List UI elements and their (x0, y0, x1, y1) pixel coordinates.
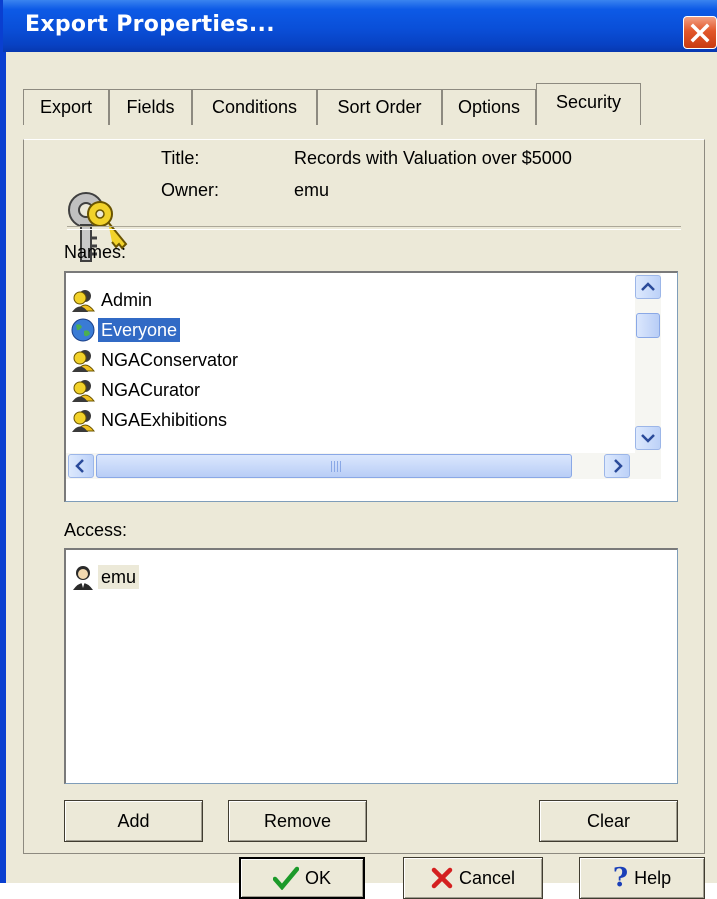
tab-label: Conditions (211, 97, 298, 117)
title-bar[interactable]: Export Properties... (3, 0, 717, 52)
ok-button[interactable]: OK (239, 857, 365, 899)
owner-label: Owner: (161, 180, 220, 200)
button-label: OK (304, 867, 331, 888)
window-title: Export Properties... (25, 12, 275, 37)
horizontal-scroll-thumb[interactable] (96, 454, 572, 478)
chevron-right-icon (614, 459, 623, 473)
list-item-label: Admin (101, 290, 153, 310)
button-label: Add (117, 810, 150, 831)
help-button[interactable]: ? Help (579, 857, 705, 899)
owner-value: emu (294, 180, 330, 200)
list-item[interactable]: Admin (70, 285, 155, 315)
list-item[interactable]: NGAConservator (70, 345, 241, 375)
button-label: Remove (263, 810, 332, 831)
tab-label: Sort Order (337, 97, 422, 117)
chevron-down-icon (641, 434, 655, 443)
clear-button[interactable]: Clear (539, 800, 678, 842)
globe-icon (71, 318, 95, 342)
add-button[interactable]: Add (64, 800, 203, 842)
checkmark-icon (272, 866, 299, 890)
title-label: Title: (161, 148, 200, 168)
export-properties-window: Export Properties... Export Fields Condi… (0, 0, 717, 899)
title-value: Records with Valuation over $5000 (294, 148, 572, 168)
tab-export[interactable]: Export (23, 89, 109, 125)
chevron-left-icon (75, 459, 84, 473)
scroll-up-button[interactable] (635, 275, 661, 299)
list-item-label: NGACurator (101, 380, 201, 400)
names-listbox[interactable]: Admin Everyone NGAConservator NGACurator… (64, 271, 678, 502)
chevron-up-icon (641, 282, 655, 291)
separator (67, 226, 681, 230)
group-icon (72, 410, 96, 432)
grip-icon (331, 461, 341, 472)
user-icon (73, 566, 93, 590)
scroll-right-button[interactable] (604, 454, 630, 478)
access-label: Access: (64, 520, 128, 540)
close-button[interactable] (683, 16, 717, 49)
list-item[interactable]: emu (70, 562, 140, 592)
tab-fields[interactable]: Fields (109, 89, 192, 125)
access-listbox[interactable]: emu (64, 548, 678, 784)
dialog-body: Export Fields Conditions Sort Order Opti… (6, 52, 717, 899)
tab-security[interactable]: Security (536, 83, 641, 125)
group-icon (72, 290, 96, 312)
tab-label: Fields (126, 97, 175, 117)
tab-label: Export (39, 97, 93, 117)
close-icon (690, 23, 710, 43)
tab-label: Options (457, 97, 521, 117)
list-item-selected[interactable]: Everyone (70, 315, 182, 345)
list-item[interactable]: NGAExhibitions (70, 405, 230, 435)
names-vertical-scrollbar[interactable] (635, 273, 661, 453)
tab-options[interactable]: Options (442, 89, 536, 125)
scroll-down-button[interactable] (635, 426, 661, 450)
list-item-label: NGAConservator (101, 350, 239, 370)
tab-conditions[interactable]: Conditions (192, 89, 317, 125)
cancel-button[interactable]: Cancel (403, 857, 543, 899)
remove-button[interactable]: Remove (228, 800, 367, 842)
group-icon (72, 350, 96, 372)
list-item-label: emu (98, 565, 140, 589)
list-item[interactable]: NGACurator (70, 375, 203, 405)
list-item-label: NGAExhibitions (101, 410, 228, 430)
group-icon (72, 380, 96, 402)
tab-label: Security (555, 92, 622, 112)
names-label: Names: (64, 242, 127, 262)
button-label: Cancel (458, 867, 516, 888)
button-label: Clear (586, 810, 630, 831)
cancel-x-icon (431, 867, 453, 889)
scroll-thumb[interactable] (636, 313, 660, 338)
button-label: Help (634, 867, 672, 888)
scroll-left-button[interactable] (68, 454, 94, 478)
question-icon: ? (612, 863, 629, 893)
tab-sort-order[interactable]: Sort Order (317, 89, 442, 125)
names-horizontal-scrollbar[interactable] (66, 453, 661, 479)
list-item-label: Everyone (96, 317, 182, 343)
